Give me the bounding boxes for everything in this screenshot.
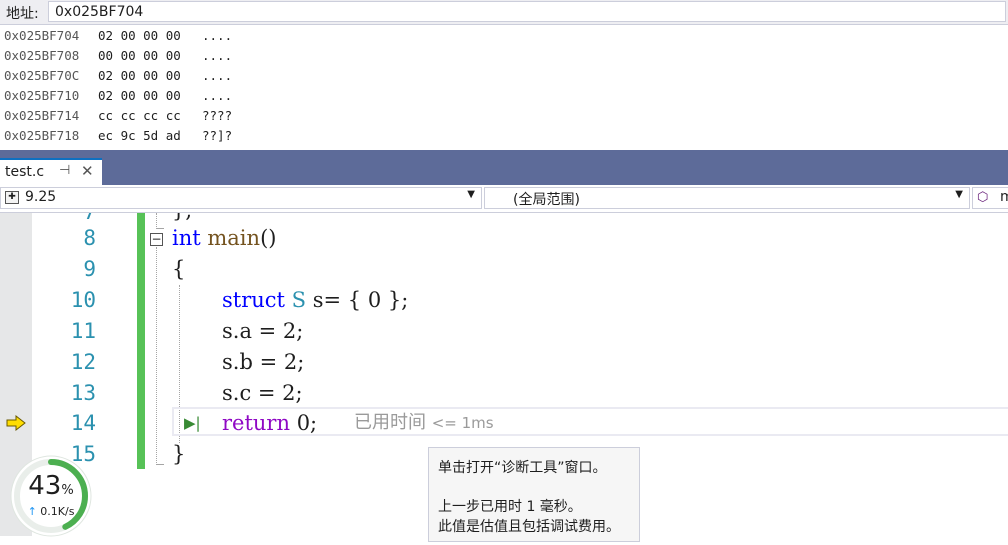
memory-row: 0x025BF70C 02 00 00 00.... — [4, 68, 233, 83]
scope-dropdown[interactable]: (全局范围) ▼ — [484, 187, 970, 209]
usage-percent: 43% — [28, 471, 74, 501]
address-label: 地址: — [6, 6, 39, 22]
outline-guide — [156, 228, 164, 229]
tab-title: test.c — [5, 164, 45, 180]
code-line-12: s.b = 2; — [222, 350, 305, 374]
code-line-14: return 0; — [222, 411, 318, 435]
collapse-toggle[interactable]: − — [150, 233, 163, 246]
member-dropdown[interactable]: ⬡ m — [972, 187, 1008, 209]
memory-view[interactable]: 0x025BF704 02 00 00 00.... 0x025BF708 00 0… — [0, 26, 1008, 150]
chevron-down-icon: ▼ — [467, 189, 475, 200]
project-dropdown[interactable]: ✚ 9.25 ▼ — [0, 187, 482, 209]
memory-address-bar: 地址: 0x025BF704 — [0, 0, 1008, 25]
line-number: 12 — [70, 350, 96, 374]
network-speed-widget[interactable]: 43% ↑ 0.1K/s — [10, 455, 96, 541]
project-icon: ✚ — [5, 191, 19, 204]
upload-arrow-icon: ↑ — [27, 505, 37, 518]
code-line-8: int main() — [172, 226, 277, 250]
memory-row: 0x025BF708 00 00 00 00.... — [4, 48, 233, 63]
line-number: 9 — [83, 257, 96, 281]
code-line-9: { — [172, 257, 186, 281]
close-icon[interactable]: ✕ — [81, 162, 94, 180]
chevron-down-icon: ▼ — [955, 189, 963, 200]
line-number: 14 — [70, 411, 96, 435]
tooltip-line: 单击打开“诊断工具”窗口。 — [438, 460, 607, 476]
next-statement-arrow-icon — [6, 415, 26, 431]
outline-guide — [156, 213, 157, 229]
code-line-15: } — [172, 442, 186, 466]
memory-row: 0x025BF704 02 00 00 00.... — [4, 28, 233, 43]
tooltip-line: 上一步已用时 1 毫秒。 — [438, 499, 582, 515]
outline-guide — [156, 247, 157, 465]
run-to-click-icon[interactable]: ▶| — [184, 414, 201, 432]
network-speed: ↑ 0.1K/s — [27, 505, 75, 518]
code-line-10: struct S s= { 0 }; — [222, 288, 409, 312]
perf-tip[interactable]: 已用时间 <= 1ms — [354, 407, 494, 438]
code-line-13: s.c = 2; — [222, 381, 303, 405]
document-tab-strip: test.c ⊣ ✕ — [0, 150, 1008, 185]
memory-row: 0x025BF718 ec 9c 5d ad??]? — [4, 128, 233, 143]
line-number: 8 — [83, 226, 96, 250]
project-label: 9.25 — [25, 189, 57, 205]
outline-guide — [156, 464, 164, 465]
tab-test-c[interactable]: test.c ⊣ ✕ — [0, 158, 102, 185]
code-line-11: s.a = 2; — [222, 319, 304, 343]
pin-icon[interactable]: ⊣ — [59, 163, 70, 178]
memory-row: 0x025BF714 cc cc cc cc???? — [4, 108, 233, 123]
change-tracking-bar — [137, 213, 145, 469]
line-number: 11 — [70, 319, 96, 343]
cube-icon: ⬡ — [977, 190, 989, 205]
tooltip-line: 此值是估值且包括调试费用。 — [438, 519, 620, 535]
address-input[interactable]: 0x025BF704 — [48, 1, 1006, 22]
navigation-bar: ✚ 9.25 ▼ (全局范围) ▼ ⬡ m — [0, 185, 1008, 213]
scope-label: (全局范围) — [513, 192, 580, 208]
member-label: m — [1000, 189, 1008, 205]
line-number: 10 — [70, 288, 96, 312]
line-number: 13 — [70, 381, 96, 405]
memory-row: 0x025BF710 02 00 00 00.... — [4, 88, 233, 103]
perf-tip-tooltip: 单击打开“诊断工具”窗口。 上一步已用时 1 毫秒。 此值是估值且包括调试费用。 — [428, 447, 640, 542]
